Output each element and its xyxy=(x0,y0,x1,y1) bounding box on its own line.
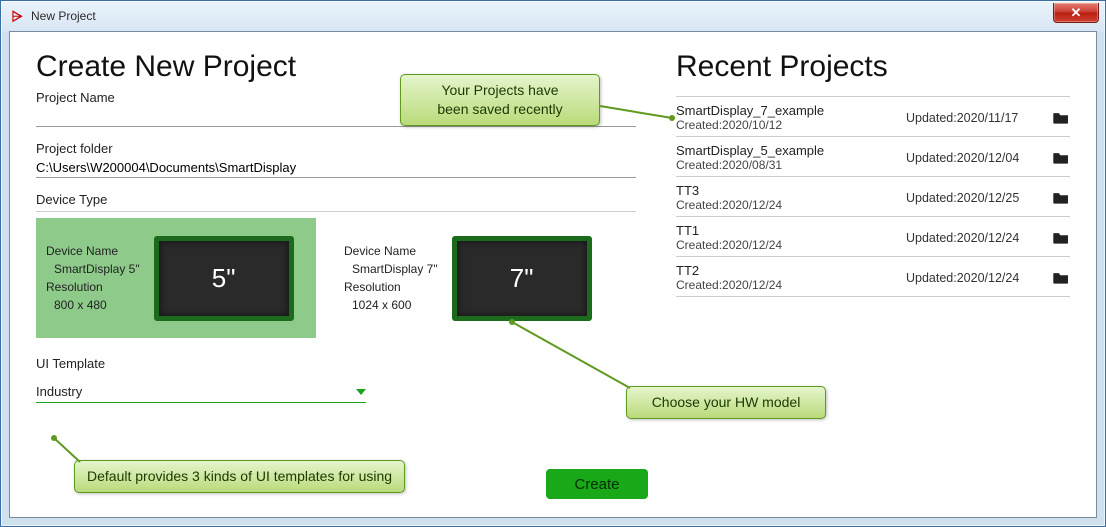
recent-project-name: TT1 xyxy=(676,223,906,238)
device-resolution-label: Resolution xyxy=(344,278,438,296)
device-card-7in[interactable]: Device Name SmartDisplay 7" Resolution 1… xyxy=(334,218,614,338)
device-name-label: Device Name xyxy=(344,242,438,260)
recent-project-name: SmartDisplay_7_example xyxy=(676,103,906,118)
project-name-label: Project Name xyxy=(36,90,636,105)
recent-project-created: Created:2020/08/31 xyxy=(676,158,906,172)
device-name-label: Device Name xyxy=(46,242,140,260)
recent-project-updated: Updated:2020/11/17 xyxy=(906,111,1052,125)
ui-template-select[interactable]: Industry xyxy=(36,381,366,403)
folder-icon[interactable] xyxy=(1052,271,1070,285)
app-icon: ⩥ xyxy=(9,8,25,24)
title-bar[interactable]: ⩥ New Project ✕ xyxy=(1,1,1105,31)
folder-icon[interactable] xyxy=(1052,191,1070,205)
device-screen-5in: 5" xyxy=(154,236,294,321)
recent-project-item[interactable]: TT2Created:2020/12/24Updated:2020/12/24 xyxy=(676,257,1070,297)
project-name-input[interactable] xyxy=(36,105,636,127)
client-area: Create New Project Project Name Project … xyxy=(9,31,1097,518)
device-screen-text: 7" xyxy=(510,263,534,294)
recent-project-item[interactable]: SmartDisplay_5_exampleCreated:2020/08/31… xyxy=(676,137,1070,177)
folder-icon[interactable] xyxy=(1052,111,1070,125)
project-folder-label: Project folder xyxy=(36,141,636,156)
recent-project-item[interactable]: TT1Created:2020/12/24Updated:2020/12/24 xyxy=(676,217,1070,257)
recent-project-item[interactable]: SmartDisplay_7_exampleCreated:2020/10/12… xyxy=(676,96,1070,137)
recent-project-updated: Updated:2020/12/25 xyxy=(906,191,1052,205)
recent-project-updated: Updated:2020/12/24 xyxy=(906,271,1052,285)
ui-template-label: UI Template xyxy=(36,356,636,375)
create-button[interactable]: Create xyxy=(546,469,648,499)
recent-project-created: Created:2020/12/24 xyxy=(676,198,906,212)
device-resolution-label: Resolution xyxy=(46,278,140,296)
device-resolution-value: 1024 x 600 xyxy=(344,296,438,314)
page-title: Create New Project xyxy=(36,50,636,84)
close-icon: ✕ xyxy=(1071,5,1082,21)
recent-project-name: SmartDisplay_5_example xyxy=(676,143,906,158)
device-card-5in[interactable]: Device Name SmartDisplay 5" Resolution 8… xyxy=(36,218,316,338)
device-screen-7in: 7" xyxy=(452,236,592,321)
chevron-down-icon xyxy=(356,389,366,395)
device-name-value: SmartDisplay 7" xyxy=(344,260,438,278)
window-title: New Project xyxy=(31,9,96,23)
recent-project-created: Created:2020/12/24 xyxy=(676,278,906,292)
recent-project-created: Created:2020/12/24 xyxy=(676,238,906,252)
recent-project-item[interactable]: TT3Created:2020/12/24Updated:2020/12/25 xyxy=(676,177,1070,217)
recent-project-updated: Updated:2020/12/04 xyxy=(906,151,1052,165)
recent-projects-heading: Recent Projects xyxy=(676,50,1070,84)
ui-template-value: Industry xyxy=(36,384,82,399)
recent-project-name: TT2 xyxy=(676,263,906,278)
window-frame: ⩥ New Project ✕ Create New Project Proje… xyxy=(0,0,1106,527)
folder-icon[interactable] xyxy=(1052,151,1070,165)
device-screen-text: 5" xyxy=(212,263,236,294)
device-name-value: SmartDisplay 5" xyxy=(46,260,140,278)
recent-project-created: Created:2020/10/12 xyxy=(676,118,906,132)
device-resolution-value: 800 x 480 xyxy=(46,296,140,314)
close-button[interactable]: ✕ xyxy=(1053,3,1099,23)
recent-project-name: TT3 xyxy=(676,183,906,198)
project-folder-input[interactable] xyxy=(36,156,636,178)
recent-project-updated: Updated:2020/12/24 xyxy=(906,231,1052,245)
device-type-label: Device Type xyxy=(36,192,636,212)
folder-icon[interactable] xyxy=(1052,231,1070,245)
